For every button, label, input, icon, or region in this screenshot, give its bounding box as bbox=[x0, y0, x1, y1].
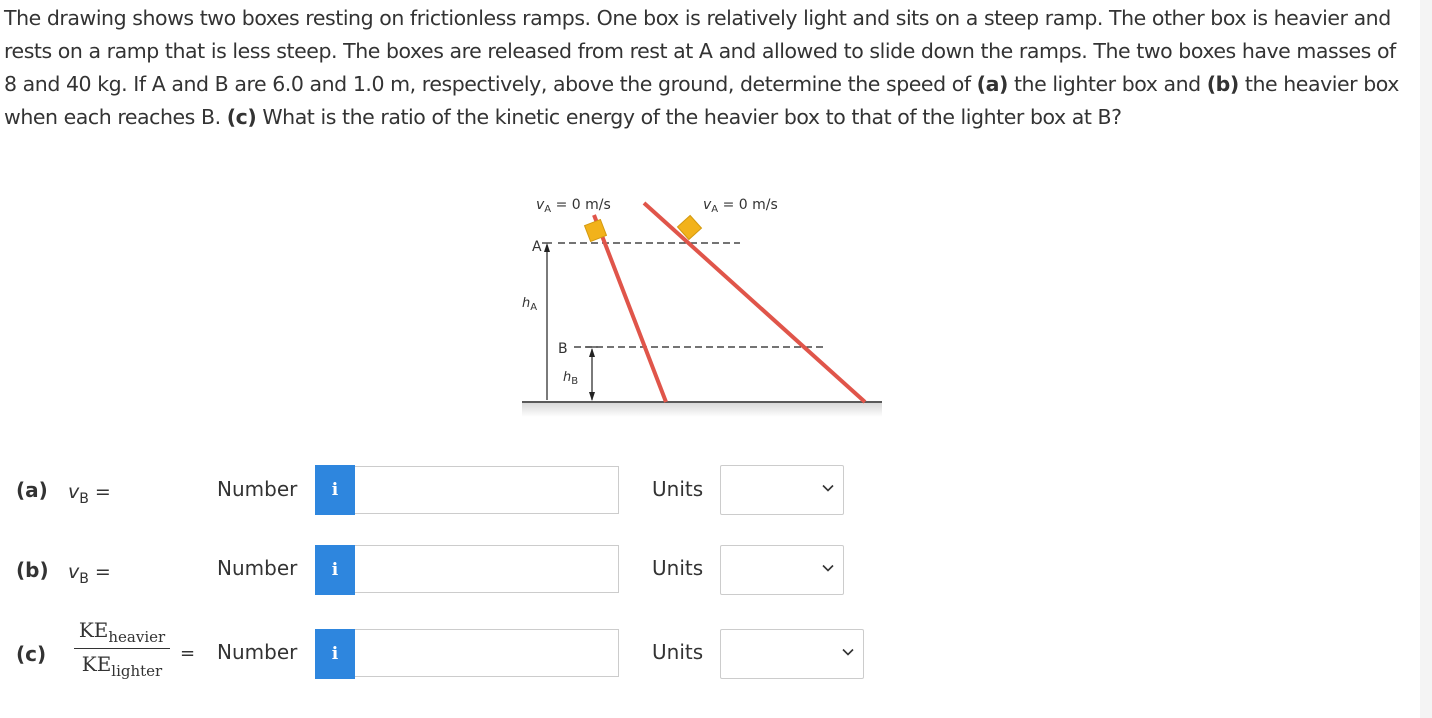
part-b-variable: vB = bbox=[68, 561, 111, 587]
info-icon: i bbox=[331, 480, 339, 500]
ground-shading bbox=[522, 403, 882, 417]
ramps-figure: vA = 0 m/s vA = 0 m/s A hA B hB bbox=[522, 197, 882, 417]
ke-ratio-numerator: KEheavier bbox=[74, 618, 170, 646]
part-c-units-label: Units bbox=[652, 640, 704, 664]
part-c-equals-sign: = bbox=[180, 643, 196, 664]
problem-part-c-label: (c) bbox=[226, 105, 257, 129]
part-c-number-input[interactable] bbox=[355, 629, 619, 677]
equals-sign: = bbox=[88, 561, 111, 583]
chevron-down-icon bbox=[822, 564, 834, 572]
part-a-units-label: Units bbox=[652, 477, 704, 501]
part-a-label: (a) bbox=[16, 478, 48, 502]
part-a-info-button[interactable]: i bbox=[315, 465, 355, 515]
part-c-units-select[interactable] bbox=[720, 629, 864, 679]
chevron-down-icon bbox=[822, 484, 834, 492]
variable-symbol: v bbox=[68, 561, 80, 583]
part-a-units-select[interactable] bbox=[720, 465, 844, 515]
part-a-variable: vB = bbox=[68, 481, 111, 507]
part-b-label: (b) bbox=[16, 558, 49, 582]
part-b-units-label: Units bbox=[652, 556, 704, 580]
part-b-info-button[interactable]: i bbox=[315, 545, 355, 595]
label-hb: hB bbox=[563, 370, 578, 387]
info-icon: i bbox=[331, 644, 339, 664]
part-b-number-label: Number bbox=[217, 556, 298, 580]
ke-ratio-fraction: KEheavier KElighter bbox=[74, 618, 170, 680]
ha-arrow-head-top bbox=[544, 243, 550, 252]
ke-symbol: KE bbox=[81, 652, 112, 676]
part-c-info-button[interactable]: i bbox=[315, 629, 355, 679]
part-c-label: (c) bbox=[16, 642, 47, 666]
problem-part-a-label: (a) bbox=[976, 72, 1009, 96]
ke-subscript: lighter bbox=[111, 662, 163, 680]
part-a-number-label: Number bbox=[217, 477, 298, 501]
problem-text: What is the ratio of the kinetic energy … bbox=[256, 105, 1122, 129]
label-b: B bbox=[558, 341, 568, 357]
shallow-ramp bbox=[642, 201, 867, 404]
va-left-label: vA = 0 m/s bbox=[536, 197, 611, 215]
variable-subscript: B bbox=[79, 570, 89, 587]
variable-subscript: B bbox=[79, 490, 89, 507]
ke-symbol: KE bbox=[78, 618, 109, 642]
chevron-down-icon bbox=[842, 648, 854, 656]
part-a-number-input[interactable] bbox=[355, 466, 619, 514]
hb-arrow-head-bottom bbox=[589, 392, 595, 401]
problem-part-b-label: (b) bbox=[1206, 72, 1240, 96]
part-c-number-label: Number bbox=[217, 640, 298, 664]
part-b-number-input[interactable] bbox=[355, 545, 619, 593]
page-scroll-gutter bbox=[1420, 0, 1432, 718]
label-ha: hA bbox=[522, 296, 537, 313]
ke-subscript: heavier bbox=[108, 628, 166, 646]
equals-sign: = bbox=[88, 481, 111, 503]
ke-ratio-denominator: KElighter bbox=[74, 652, 170, 680]
va-right-label: vA = 0 m/s bbox=[703, 197, 778, 215]
problem-statement: The drawing shows two boxes resting on f… bbox=[4, 2, 1414, 134]
label-a: A bbox=[532, 239, 542, 255]
part-b-units-select[interactable] bbox=[720, 545, 844, 595]
problem-text: the lighter box and bbox=[1007, 72, 1207, 96]
variable-symbol: v bbox=[68, 481, 80, 503]
hb-arrow-head-top bbox=[589, 348, 595, 357]
info-icon: i bbox=[331, 560, 339, 580]
fraction-bar bbox=[74, 648, 170, 649]
